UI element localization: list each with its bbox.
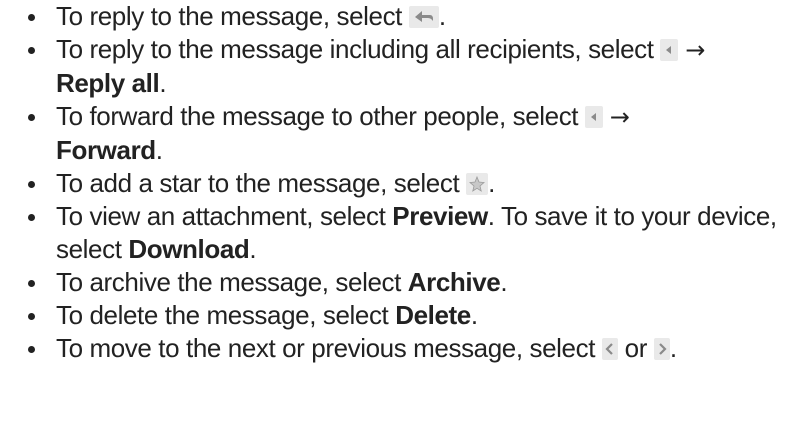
list-item: To move to the next or previous message,… (28, 332, 802, 365)
item-text: To move to the next or previous message,… (56, 333, 602, 363)
item-bold-label: Download (128, 234, 250, 264)
item-text: . (155, 135, 163, 165)
item-text: . (500, 267, 508, 297)
star-icon (466, 173, 489, 195)
item-text: To delete the message, select (56, 300, 396, 330)
reply-icon (408, 6, 439, 28)
chevron-right-icon (653, 338, 670, 360)
arrow-text: → (685, 36, 705, 64)
list-item: To view an attachment, select Preview. T… (28, 200, 802, 266)
item-bold-label: Forward (56, 135, 156, 165)
item-text: . (249, 234, 257, 264)
item-text: . (488, 168, 495, 198)
arrow-text: → (609, 103, 630, 131)
overflow-menu-icon (584, 106, 603, 128)
item-bold-label: Delete (395, 300, 471, 330)
item-text: . (669, 333, 677, 363)
item-text: To reply to the message including all re… (56, 34, 661, 64)
item-bold-label: Reply all (56, 68, 160, 98)
list-item: To forward the message to other people, … (28, 100, 802, 167)
item-text: To reply to the message, select (56, 1, 409, 31)
instruction-list: To reply to the message, select . To rep… (28, 0, 802, 365)
item-text: To view an attachment, select (56, 201, 393, 231)
overflow-menu-icon (660, 39, 679, 61)
list-item: To add a star to the message, select . (28, 167, 802, 200)
list-item: To delete the message, select Delete. (28, 299, 802, 332)
instruction-page: To reply to the message, select . To rep… (0, 0, 808, 439)
chevron-left-icon (601, 338, 618, 360)
item-text: . (470, 300, 478, 330)
list-item: To reply to the message, select . (28, 0, 802, 33)
item-text: or (617, 333, 654, 363)
item-text: To archive the message, select (56, 267, 408, 297)
item-bold-label: Preview (392, 201, 488, 231)
item-text: . (159, 68, 167, 98)
item-text: To forward the message to other people, … (56, 101, 585, 131)
item-text: . (438, 1, 446, 31)
item-text: To add a star to the message, select (56, 168, 467, 198)
list-item: To archive the message, select Archive. (28, 266, 802, 299)
item-bold-label: Archive (407, 267, 501, 297)
list-item: To reply to the message including all re… (28, 33, 802, 100)
